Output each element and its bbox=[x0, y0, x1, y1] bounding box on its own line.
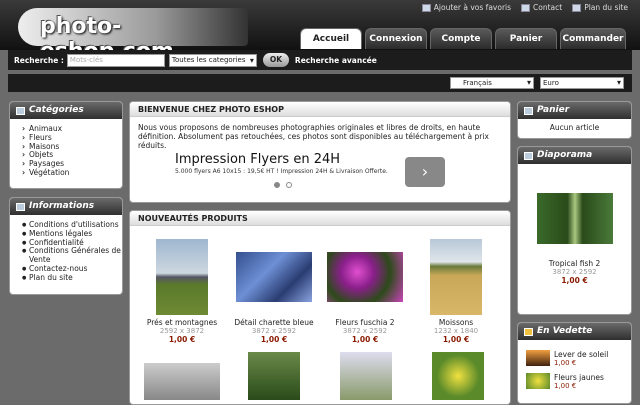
product-card[interactable]: Moissons 1232 x 1840 1,00 € bbox=[411, 239, 501, 344]
tab-panier[interactable]: Panier bbox=[495, 28, 557, 49]
pager-dot[interactable] bbox=[274, 182, 280, 188]
category-item[interactable]: Végétation bbox=[22, 168, 122, 178]
featured-header: En Vedette bbox=[518, 323, 631, 340]
featured-item[interactable]: Lever de soleil 1,00 € bbox=[518, 340, 631, 367]
advanced-search-link[interactable]: Recherche avancée bbox=[295, 56, 377, 65]
cart-icon bbox=[524, 106, 533, 115]
new-products-title: NOUVEAUTÉS PRODUITS bbox=[130, 211, 510, 226]
categories-box: Catégories Animaux Fleurs Maisons Objets… bbox=[9, 101, 123, 189]
diaporama-price: 1,00 € bbox=[561, 276, 588, 285]
tab-accueil[interactable]: Accueil bbox=[300, 28, 362, 49]
sitemap-icon bbox=[572, 3, 582, 12]
cart-empty-text: Aucun article bbox=[549, 123, 600, 132]
folder-icon bbox=[16, 106, 25, 115]
tab-connexion[interactable]: Connexion bbox=[365, 28, 427, 49]
cart-header: Panier bbox=[518, 102, 631, 119]
product-image[interactable] bbox=[236, 252, 312, 302]
tab-commander[interactable]: Commander bbox=[560, 28, 626, 49]
product-image[interactable] bbox=[144, 363, 220, 400]
welcome-text: Nous vous proposons de nombreuses photog… bbox=[138, 123, 489, 150]
product-image[interactable] bbox=[327, 252, 403, 302]
pager-dot[interactable] bbox=[286, 182, 292, 188]
ad-pager bbox=[271, 181, 295, 190]
product-card[interactable]: Fleurs fuschia 2 3872 x 2592 1,00 € bbox=[320, 252, 410, 344]
featured-thumb[interactable] bbox=[526, 350, 550, 366]
header: photo-eshop.com Ajouter à vos favoris Co… bbox=[0, 0, 640, 64]
contact-link[interactable]: Contact bbox=[521, 3, 562, 12]
cart-box: Panier Aucun article bbox=[517, 101, 632, 139]
featured-thumb[interactable] bbox=[526, 373, 550, 389]
welcome-title: BIENVENUE CHEZ PHOTO ESHOP bbox=[130, 102, 510, 117]
sitemap-link[interactable]: Plan du site bbox=[572, 3, 628, 12]
diaporama-image[interactable] bbox=[536, 193, 613, 244]
slideshow-icon bbox=[524, 151, 533, 160]
product-card[interactable]: Prés et montagnes 2592 x 3872 1,00 € bbox=[137, 239, 227, 344]
ad-arrow-button[interactable]: › bbox=[405, 157, 445, 187]
search-input[interactable]: Mots-clés bbox=[66, 53, 165, 67]
product-image[interactable] bbox=[156, 239, 208, 315]
book-icon bbox=[16, 202, 25, 211]
product-image[interactable] bbox=[432, 352, 484, 400]
featured-box: En Vedette Lever de soleil 1,00 € Fleurs … bbox=[517, 322, 632, 404]
tab-compte[interactable]: Compte bbox=[430, 28, 492, 49]
featured-item[interactable]: Fleurs jaunes 1,00 € bbox=[518, 367, 631, 390]
diaporama-box: Diaporama Tropical fish 2 3872 x 2592 1,… bbox=[517, 146, 632, 315]
top-links: Ajouter à vos favoris Contact Plan du si… bbox=[421, 3, 628, 12]
diaporama-dims: 3872 x 2592 bbox=[552, 268, 597, 276]
language-bar: Français Euro bbox=[8, 74, 632, 92]
search-label: Recherche : bbox=[14, 55, 64, 65]
main-tabs: Accueil Connexion Compte Panier Commande… bbox=[300, 28, 626, 49]
product-image[interactable] bbox=[430, 239, 482, 315]
info-item[interactable]: Plan du site bbox=[22, 273, 122, 283]
logo[interactable]: photo-eshop.com bbox=[18, 8, 248, 64]
categories-list: Animaux Fleurs Maisons Objets Paysages V… bbox=[10, 119, 122, 178]
favorites-link[interactable]: Ajouter à vos favoris bbox=[421, 3, 511, 12]
info-box: Informations Conditions d'utilisations M… bbox=[9, 197, 123, 295]
bookmark-icon bbox=[421, 3, 431, 12]
info-header: Informations bbox=[10, 198, 122, 215]
search-bar: Recherche : Mots-clés Toutes les categor… bbox=[8, 50, 632, 70]
categories-header: Catégories bbox=[10, 102, 122, 119]
product-card[interactable]: Détail charette bleue 3872 x 2592 1,00 € bbox=[229, 252, 319, 344]
diaporama-header: Diaporama bbox=[518, 147, 631, 164]
info-list: Conditions d'utilisations Mentions légal… bbox=[10, 215, 122, 283]
language-select[interactable]: Français bbox=[450, 77, 534, 89]
diaporama-name[interactable]: Tropical fish 2 bbox=[518, 259, 631, 268]
star-icon bbox=[524, 327, 533, 336]
product-image[interactable] bbox=[340, 352, 392, 400]
currency-select[interactable]: Euro bbox=[540, 77, 624, 89]
search-ok-button[interactable]: OK bbox=[262, 53, 289, 67]
info-item[interactable]: Conditions Générales de Vente bbox=[22, 247, 122, 265]
product-image[interactable] bbox=[248, 352, 300, 400]
category-select[interactable]: Toutes les categories bbox=[168, 53, 257, 67]
mail-icon bbox=[521, 3, 531, 12]
